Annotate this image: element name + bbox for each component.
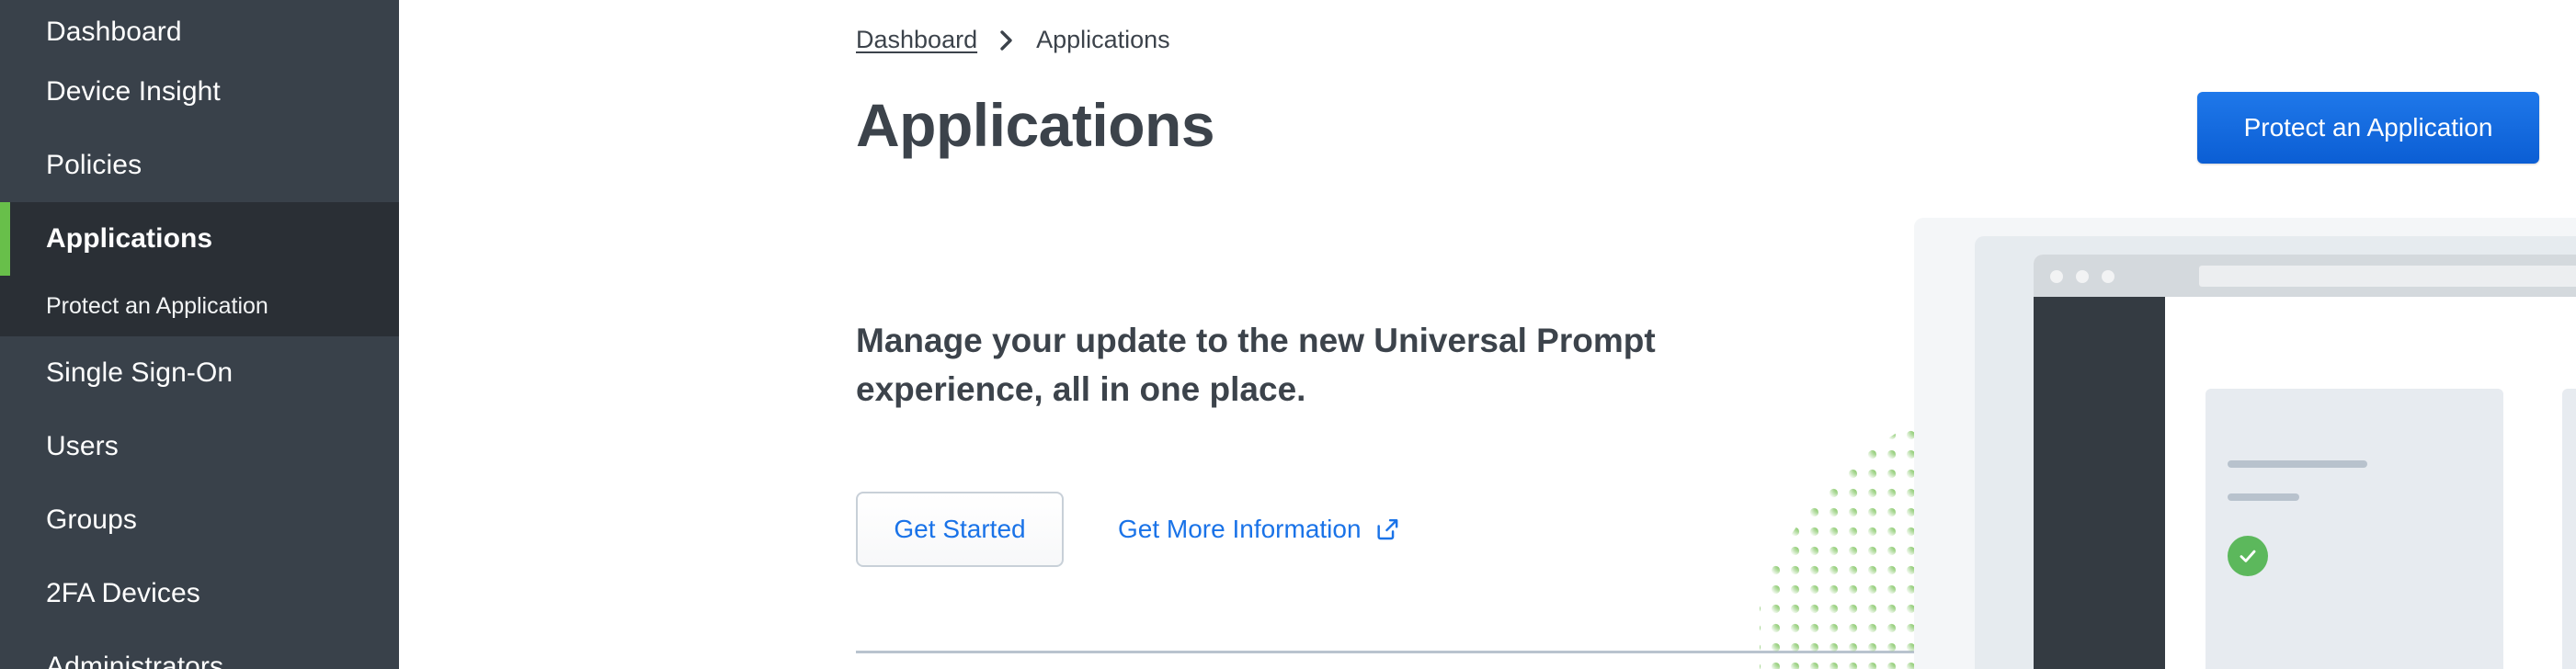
sidebar-item-label: Users [46, 431, 119, 461]
check-circle-icon [2228, 536, 2268, 576]
sidebar-item-2fa-devices[interactable]: 2FA Devices [0, 557, 399, 630]
window-dot-icon [2076, 270, 2089, 283]
sidebar-item-label: 2FA Devices [46, 578, 200, 608]
sidebar-item-label: Applications [46, 223, 213, 254]
sidebar-item-label: Administrators [46, 652, 224, 669]
sidebar-item-groups[interactable]: Groups [0, 483, 399, 557]
external-link-icon [1374, 516, 1400, 542]
chevron-right-icon [997, 28, 1016, 52]
sidebar-item-label: Dashboard [46, 17, 182, 47]
sidebar-item-label: Device Insight [46, 76, 221, 107]
illustration-sidebar [2034, 297, 2165, 669]
sidebar-item-label: Groups [46, 505, 137, 535]
window-dot-icon [2050, 270, 2063, 283]
get-more-information-label: Get More Information [1118, 515, 1362, 543]
sidebar-item-dashboard[interactable]: Dashboard [0, 0, 399, 55]
breadcrumb: Dashboard Applications [856, 26, 1170, 54]
promo-actions: Get Started Get More Information [856, 492, 1400, 567]
breadcrumb-link-dashboard[interactable]: Dashboard [856, 26, 977, 54]
sidebar-subitem-protect-an-application[interactable]: Protect an Application [0, 276, 399, 336]
sidebar-item-single-sign-on[interactable]: Single Sign-On [0, 336, 399, 410]
get-started-button[interactable]: Get Started [856, 492, 1064, 567]
main-content: Dashboard Applications Applications Prot… [399, 0, 2576, 669]
sidebar-item-label: Policies [46, 150, 142, 180]
sidebar-item-device-insight[interactable]: Device Insight [0, 55, 399, 129]
promo-heading: Manage your update to the new Universal … [856, 322, 1656, 408]
card-text-line [2228, 460, 2367, 468]
illustration-card [2206, 389, 2503, 669]
card-text-line [2228, 493, 2299, 501]
window-layer-front [2034, 255, 2576, 669]
breadcrumb-current-applications: Applications [1036, 26, 1170, 53]
sidebar-item-label: Single Sign-On [46, 357, 234, 388]
sidebar-subitem-label: Protect an Application [46, 292, 268, 319]
sidebar-item-users[interactable]: Users [0, 410, 399, 483]
page-title: Applications [856, 91, 1215, 159]
active-accent-bar [0, 202, 10, 276]
browser-url-bar [2199, 266, 2576, 287]
universal-prompt-illustration [1760, 202, 2576, 669]
sidebar-group-applications: Applications Protect an Application [0, 202, 399, 336]
application-page: Dashboard Device Insight Policies Applic… [0, 0, 2576, 669]
sidebar-item-policies[interactable]: Policies [0, 129, 399, 202]
illustration-body [2165, 297, 2576, 669]
sidebar-item-applications[interactable]: Applications [0, 202, 399, 276]
sidebar-navigation: Dashboard Device Insight Policies Applic… [0, 0, 399, 669]
protect-an-application-button[interactable]: Protect an Application [2197, 92, 2539, 164]
illustration-card [2562, 389, 2576, 669]
browser-chrome-bar [2034, 255, 2576, 297]
sidebar-item-administrators[interactable]: Administrators [0, 630, 399, 669]
window-dot-icon [2102, 270, 2114, 283]
get-more-information-link[interactable]: Get More Information [1118, 515, 1400, 544]
